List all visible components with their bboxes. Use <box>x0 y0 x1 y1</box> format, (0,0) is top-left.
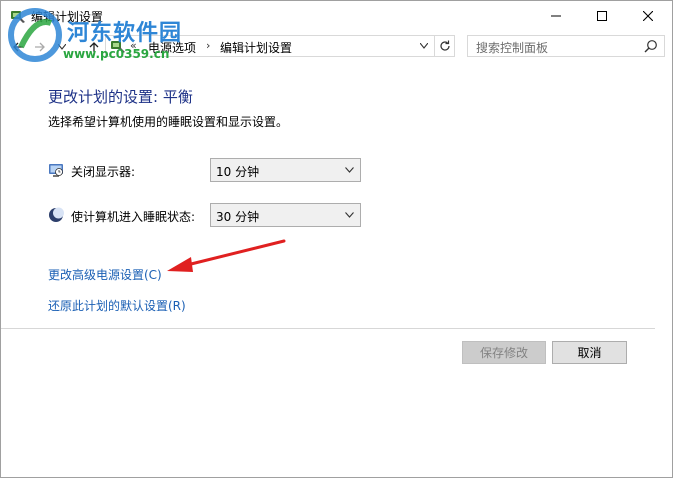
search-box[interactable]: 搜索控制面板 <box>467 35 665 57</box>
advanced-power-settings-link[interactable]: 更改高级电源设置(C) <box>48 266 162 283</box>
close-button[interactable] <box>625 1 671 31</box>
forward-button[interactable] <box>31 37 49 57</box>
chevron-down-icon <box>420 43 428 49</box>
back-arrow-icon <box>13 42 23 52</box>
breadcrumb-item-edit-plan[interactable]: 编辑计划设置 <box>220 39 292 56</box>
red-annotation-arrow <box>167 239 286 272</box>
address-bar[interactable]: « 电源选项 › 编辑计划设置 <box>105 35 455 57</box>
maximize-button[interactable] <box>579 1 625 31</box>
restore-defaults-link[interactable]: 还原此计划的默认设置(R) <box>48 297 186 314</box>
breadcrumb-overflow[interactable]: « <box>130 39 137 52</box>
turn-off-display-value: 10 分钟 <box>216 165 260 179</box>
turn-off-display-label: 关闭显示器: <box>71 165 136 179</box>
save-changes-button[interactable]: 保存修改 <box>462 341 546 364</box>
breadcrumb-separator-icon[interactable]: › <box>206 39 210 52</box>
moon-sleep-icon <box>48 207 64 223</box>
sleep-label: 使计算机进入睡眠状态: <box>71 210 196 224</box>
back-button[interactable] <box>9 37 27 57</box>
power-options-icon <box>10 8 26 24</box>
minimize-button[interactable] <box>533 1 579 31</box>
forward-arrow-icon <box>35 42 45 52</box>
footer-divider <box>1 328 672 329</box>
recent-locations-button[interactable] <box>53 37 71 57</box>
title-bar: 编辑计划设置 <box>1 1 672 31</box>
page-title: 更改计划的设置: 平衡 <box>48 88 193 106</box>
cancel-button[interactable]: 取消 <box>552 341 627 364</box>
refresh-button[interactable] <box>434 36 455 56</box>
vertical-scroll-area <box>655 63 672 477</box>
up-arrow-icon <box>89 42 99 52</box>
up-button[interactable] <box>85 37 103 57</box>
sleep-value: 30 分钟 <box>216 210 260 224</box>
navigation-bar: « 电源选项 › 编辑计划设置 搜索控制面板 <box>1 31 672 63</box>
turn-off-display-select[interactable]: 10 分钟 <box>210 158 361 182</box>
breadcrumb-item-power-options[interactable]: 电源选项 <box>148 39 196 56</box>
search-input-placeholder[interactable]: 搜索控制面板 <box>476 39 548 56</box>
chevron-down-icon <box>58 44 66 50</box>
search-icon <box>644 40 657 53</box>
address-dropdown-button[interactable] <box>414 36 433 56</box>
sleep-select[interactable]: 30 分钟 <box>210 203 361 227</box>
chevron-down-icon <box>345 212 354 218</box>
page-description: 选择希望计算机使用的睡眠设置和显示设置。 <box>48 115 289 129</box>
monitor-clock-icon <box>48 162 64 178</box>
edit-plan-settings-window: 编辑计划设置 « 电源选项 › 编辑计划设置 搜索控制面板 河东软件园 www.… <box>0 0 673 478</box>
control-panel-icon <box>110 38 126 54</box>
chevron-down-icon <box>345 167 354 173</box>
refresh-icon <box>440 40 450 51</box>
window-title: 编辑计划设置 <box>31 10 104 24</box>
